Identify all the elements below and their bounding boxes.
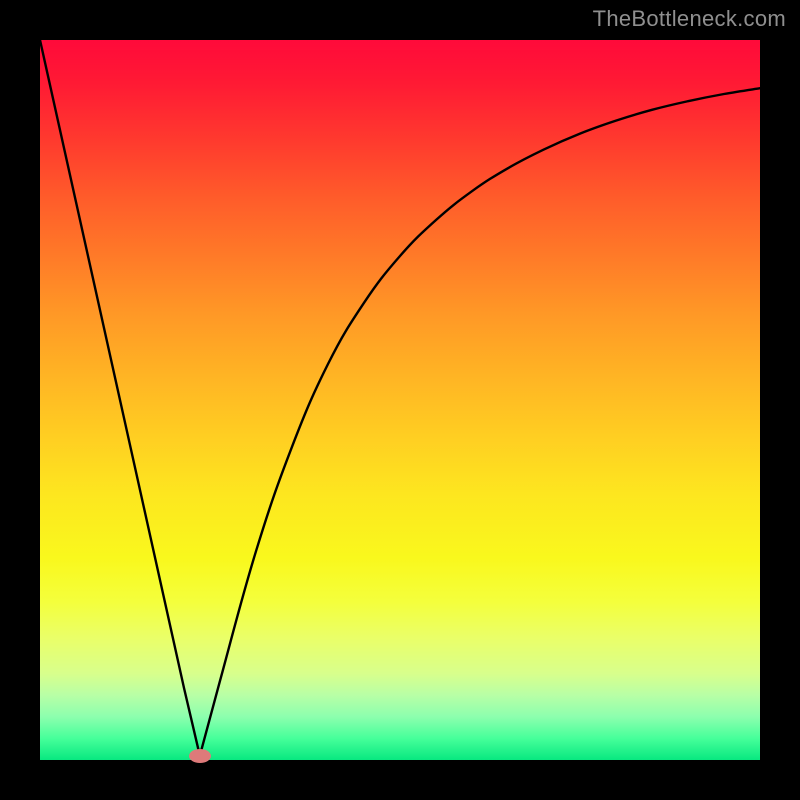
curve-svg (40, 40, 760, 760)
bottleneck-curve-path (40, 40, 760, 756)
min-marker (189, 749, 211, 763)
watermark-text: TheBottleneck.com (593, 6, 786, 32)
chart-frame: TheBottleneck.com (0, 0, 800, 800)
plot-area (40, 40, 760, 760)
